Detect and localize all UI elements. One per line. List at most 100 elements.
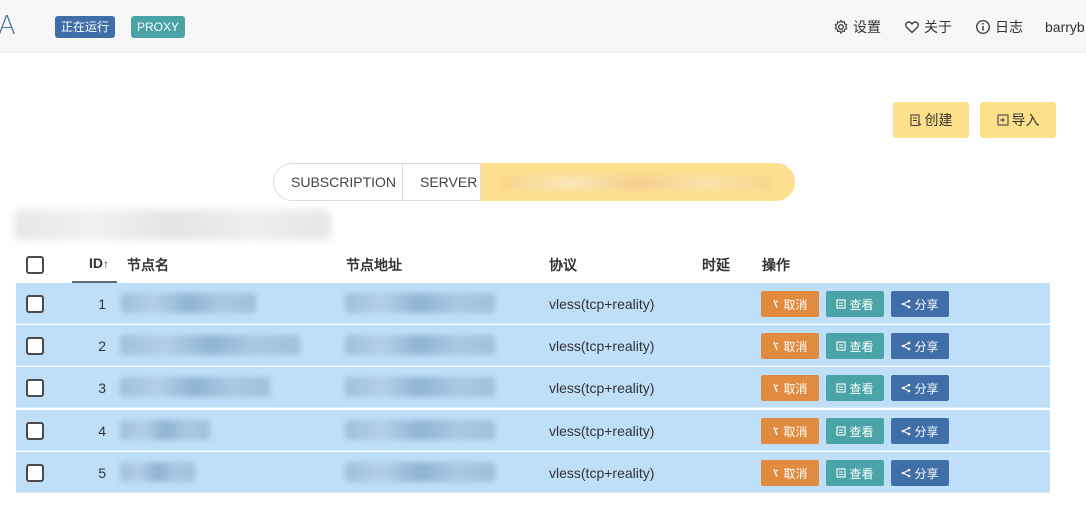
share-button[interactable]: 分享 <box>891 333 949 359</box>
column-header-id[interactable]: ID↑ <box>89 255 109 271</box>
row-protocol: vless(tcp+reality) <box>549 465 655 481</box>
redacted-node-name <box>120 420 210 440</box>
cancel-button[interactable]: 取消 <box>761 375 819 401</box>
view-button-label: 查看 <box>849 381 874 396</box>
redacted-filter-field[interactable] <box>15 210 330 240</box>
nav-settings-label: 设置 <box>853 19 881 35</box>
mode-badge: PROXY <box>131 16 186 38</box>
row-protocol: vless(tcp+reality) <box>549 296 655 312</box>
cancel-icon <box>773 341 779 351</box>
share-button-label: 分享 <box>914 466 939 481</box>
view-button[interactable]: 查看 <box>826 460 884 486</box>
cancel-button[interactable]: 取消 <box>761 460 819 486</box>
column-header-latency[interactable]: 时延 <box>702 255 730 275</box>
table-row[interactable]: 2 vless(tcp+reality) 取消 查看 分享 <box>16 325 1050 366</box>
select-all-checkbox[interactable] <box>26 256 44 274</box>
share-button-label: 分享 <box>914 381 939 396</box>
status-badge: 正在运行 <box>55 16 116 38</box>
share-button[interactable]: 分享 <box>891 460 949 486</box>
view-button-label: 查看 <box>849 339 874 354</box>
redacted-node-name <box>120 462 195 482</box>
table-row[interactable]: 3 vless(tcp+reality) 取消 查看 分享 <box>16 367 1050 408</box>
cancel-button[interactable]: 取消 <box>761 418 819 444</box>
tab-active-redacted[interactable] <box>481 163 795 201</box>
cancel-button-label: 取消 <box>783 466 808 481</box>
row-checkbox[interactable] <box>26 295 44 313</box>
view-icon <box>836 468 847 478</box>
table-row[interactable]: 1 vless(tcp+reality) 取消 查看 分享 <box>16 283 1050 324</box>
gear-icon <box>834 19 848 35</box>
view-icon <box>836 383 847 393</box>
row-id: 5 <box>98 465 106 481</box>
redacted-node-address <box>345 293 495 313</box>
share-icon <box>902 299 911 309</box>
nav-user[interactable]: barryb <box>1045 16 1085 38</box>
row-id: 2 <box>98 338 106 354</box>
nav-about[interactable]: 关于 <box>904 16 952 38</box>
top-navbar: A 正在运行 PROXY 设置 关于 日志 barryb <box>0 0 1086 53</box>
cancel-button[interactable]: 取消 <box>761 291 819 317</box>
tab-subscription[interactable]: SUBSCRIPTION <box>273 163 403 201</box>
column-header-protocol[interactable]: 协议 <box>549 255 577 275</box>
share-icon <box>902 426 911 436</box>
redacted-tab-label <box>502 176 772 190</box>
cancel-button[interactable]: 取消 <box>761 333 819 359</box>
row-id: 1 <box>98 296 106 312</box>
row-id: 4 <box>98 423 106 439</box>
app-logo[interactable]: A <box>0 11 16 41</box>
nav-log[interactable]: 日志 <box>975 16 1023 38</box>
redacted-node-name <box>120 377 270 397</box>
row-protocol: vless(tcp+reality) <box>549 338 655 354</box>
cancel-icon <box>773 468 779 478</box>
redacted-node-name <box>121 293 256 313</box>
share-button[interactable]: 分享 <box>891 375 949 401</box>
view-icon <box>836 299 847 309</box>
share-button[interactable]: 分享 <box>891 291 949 317</box>
redacted-node-address <box>345 377 495 397</box>
cancel-icon <box>773 426 779 436</box>
username: barryb <box>1045 19 1085 35</box>
nav-settings[interactable]: 设置 <box>833 16 881 38</box>
row-checkbox[interactable] <box>26 379 44 397</box>
cancel-button-label: 取消 <box>783 381 808 396</box>
nav-log-label: 日志 <box>995 19 1023 35</box>
row-id: 3 <box>98 380 106 396</box>
view-button[interactable]: 查看 <box>826 418 884 444</box>
row-checkbox[interactable] <box>26 337 44 355</box>
nav-about-label: 关于 <box>924 19 952 35</box>
view-icon <box>836 341 847 351</box>
column-header-name[interactable]: 节点名 <box>127 255 169 275</box>
import-button-label: 导入 <box>1011 112 1040 128</box>
view-button-label: 查看 <box>849 466 874 481</box>
share-button-label: 分享 <box>914 297 939 312</box>
share-button[interactable]: 分享 <box>891 418 949 444</box>
share-icon <box>902 383 911 393</box>
view-icon <box>836 426 847 436</box>
row-protocol: vless(tcp+reality) <box>549 380 655 396</box>
create-button[interactable]: 创建 <box>893 102 969 138</box>
table-row[interactable]: 4 vless(tcp+reality) 取消 查看 分享 <box>16 410 1050 451</box>
share-icon <box>902 341 911 351</box>
column-header-address[interactable]: 节点地址 <box>346 255 402 275</box>
tab-group: SUBSCRIPTION SERVER <box>273 163 795 201</box>
row-checkbox[interactable] <box>26 464 44 482</box>
tab-server[interactable]: SERVER <box>403 163 481 201</box>
view-button[interactable]: 查看 <box>826 333 884 359</box>
heart-icon <box>905 21 919 34</box>
cancel-button-label: 取消 <box>783 339 808 354</box>
table-row[interactable]: 5 vless(tcp+reality) 取消 查看 分享 <box>16 452 1050 493</box>
row-protocol: vless(tcp+reality) <box>549 423 655 439</box>
redacted-node-address <box>345 335 495 355</box>
sort-ascending-icon: ↑ <box>103 257 109 271</box>
view-button-label: 查看 <box>849 424 874 439</box>
share-icon <box>902 468 911 478</box>
view-button[interactable]: 查看 <box>826 291 884 317</box>
row-checkbox[interactable] <box>26 422 44 440</box>
import-button[interactable]: 导入 <box>980 102 1056 138</box>
column-header-id-label: ID <box>89 255 103 271</box>
cancel-icon <box>773 383 779 393</box>
cancel-button-label: 取消 <box>783 424 808 439</box>
cancel-icon <box>773 299 779 309</box>
redacted-node-address <box>345 420 495 440</box>
view-button[interactable]: 查看 <box>826 375 884 401</box>
